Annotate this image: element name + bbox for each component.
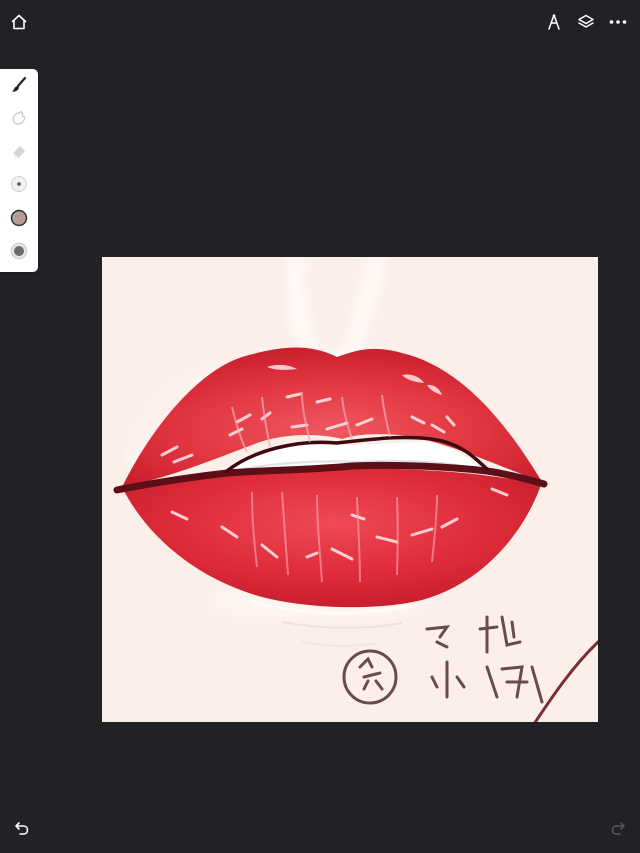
smudge-icon	[9, 108, 29, 133]
compass-ruler-icon	[545, 13, 563, 31]
tool-palette	[0, 69, 38, 272]
opacity-slider[interactable]	[4, 238, 34, 268]
drawing-canvas[interactable]	[102, 257, 598, 722]
smudge-tool[interactable]	[4, 105, 34, 135]
home-button[interactable]	[5, 8, 33, 36]
eraser-icon	[9, 141, 29, 166]
color-picker[interactable]	[4, 205, 34, 235]
undo-icon	[14, 820, 30, 841]
opacity-icon	[9, 241, 29, 266]
layers-button[interactable]	[572, 8, 600, 36]
brush-size-slider[interactable]	[4, 171, 34, 201]
more-icon	[608, 13, 628, 31]
layers-icon	[577, 13, 595, 31]
home-icon	[10, 13, 28, 31]
redo-icon	[610, 820, 626, 841]
color-swatch-icon	[9, 208, 29, 233]
eraser-tool[interactable]	[4, 138, 34, 168]
drawing-app	[0, 0, 640, 853]
brush-icon	[9, 75, 29, 100]
lips-artwork	[102, 257, 598, 722]
brush-tool[interactable]	[4, 72, 34, 102]
ruler-button[interactable]	[540, 8, 568, 36]
more-button[interactable]	[604, 8, 632, 36]
redo-button[interactable]	[606, 818, 630, 842]
undo-button[interactable]	[10, 818, 34, 842]
brush-size-icon	[9, 174, 29, 199]
